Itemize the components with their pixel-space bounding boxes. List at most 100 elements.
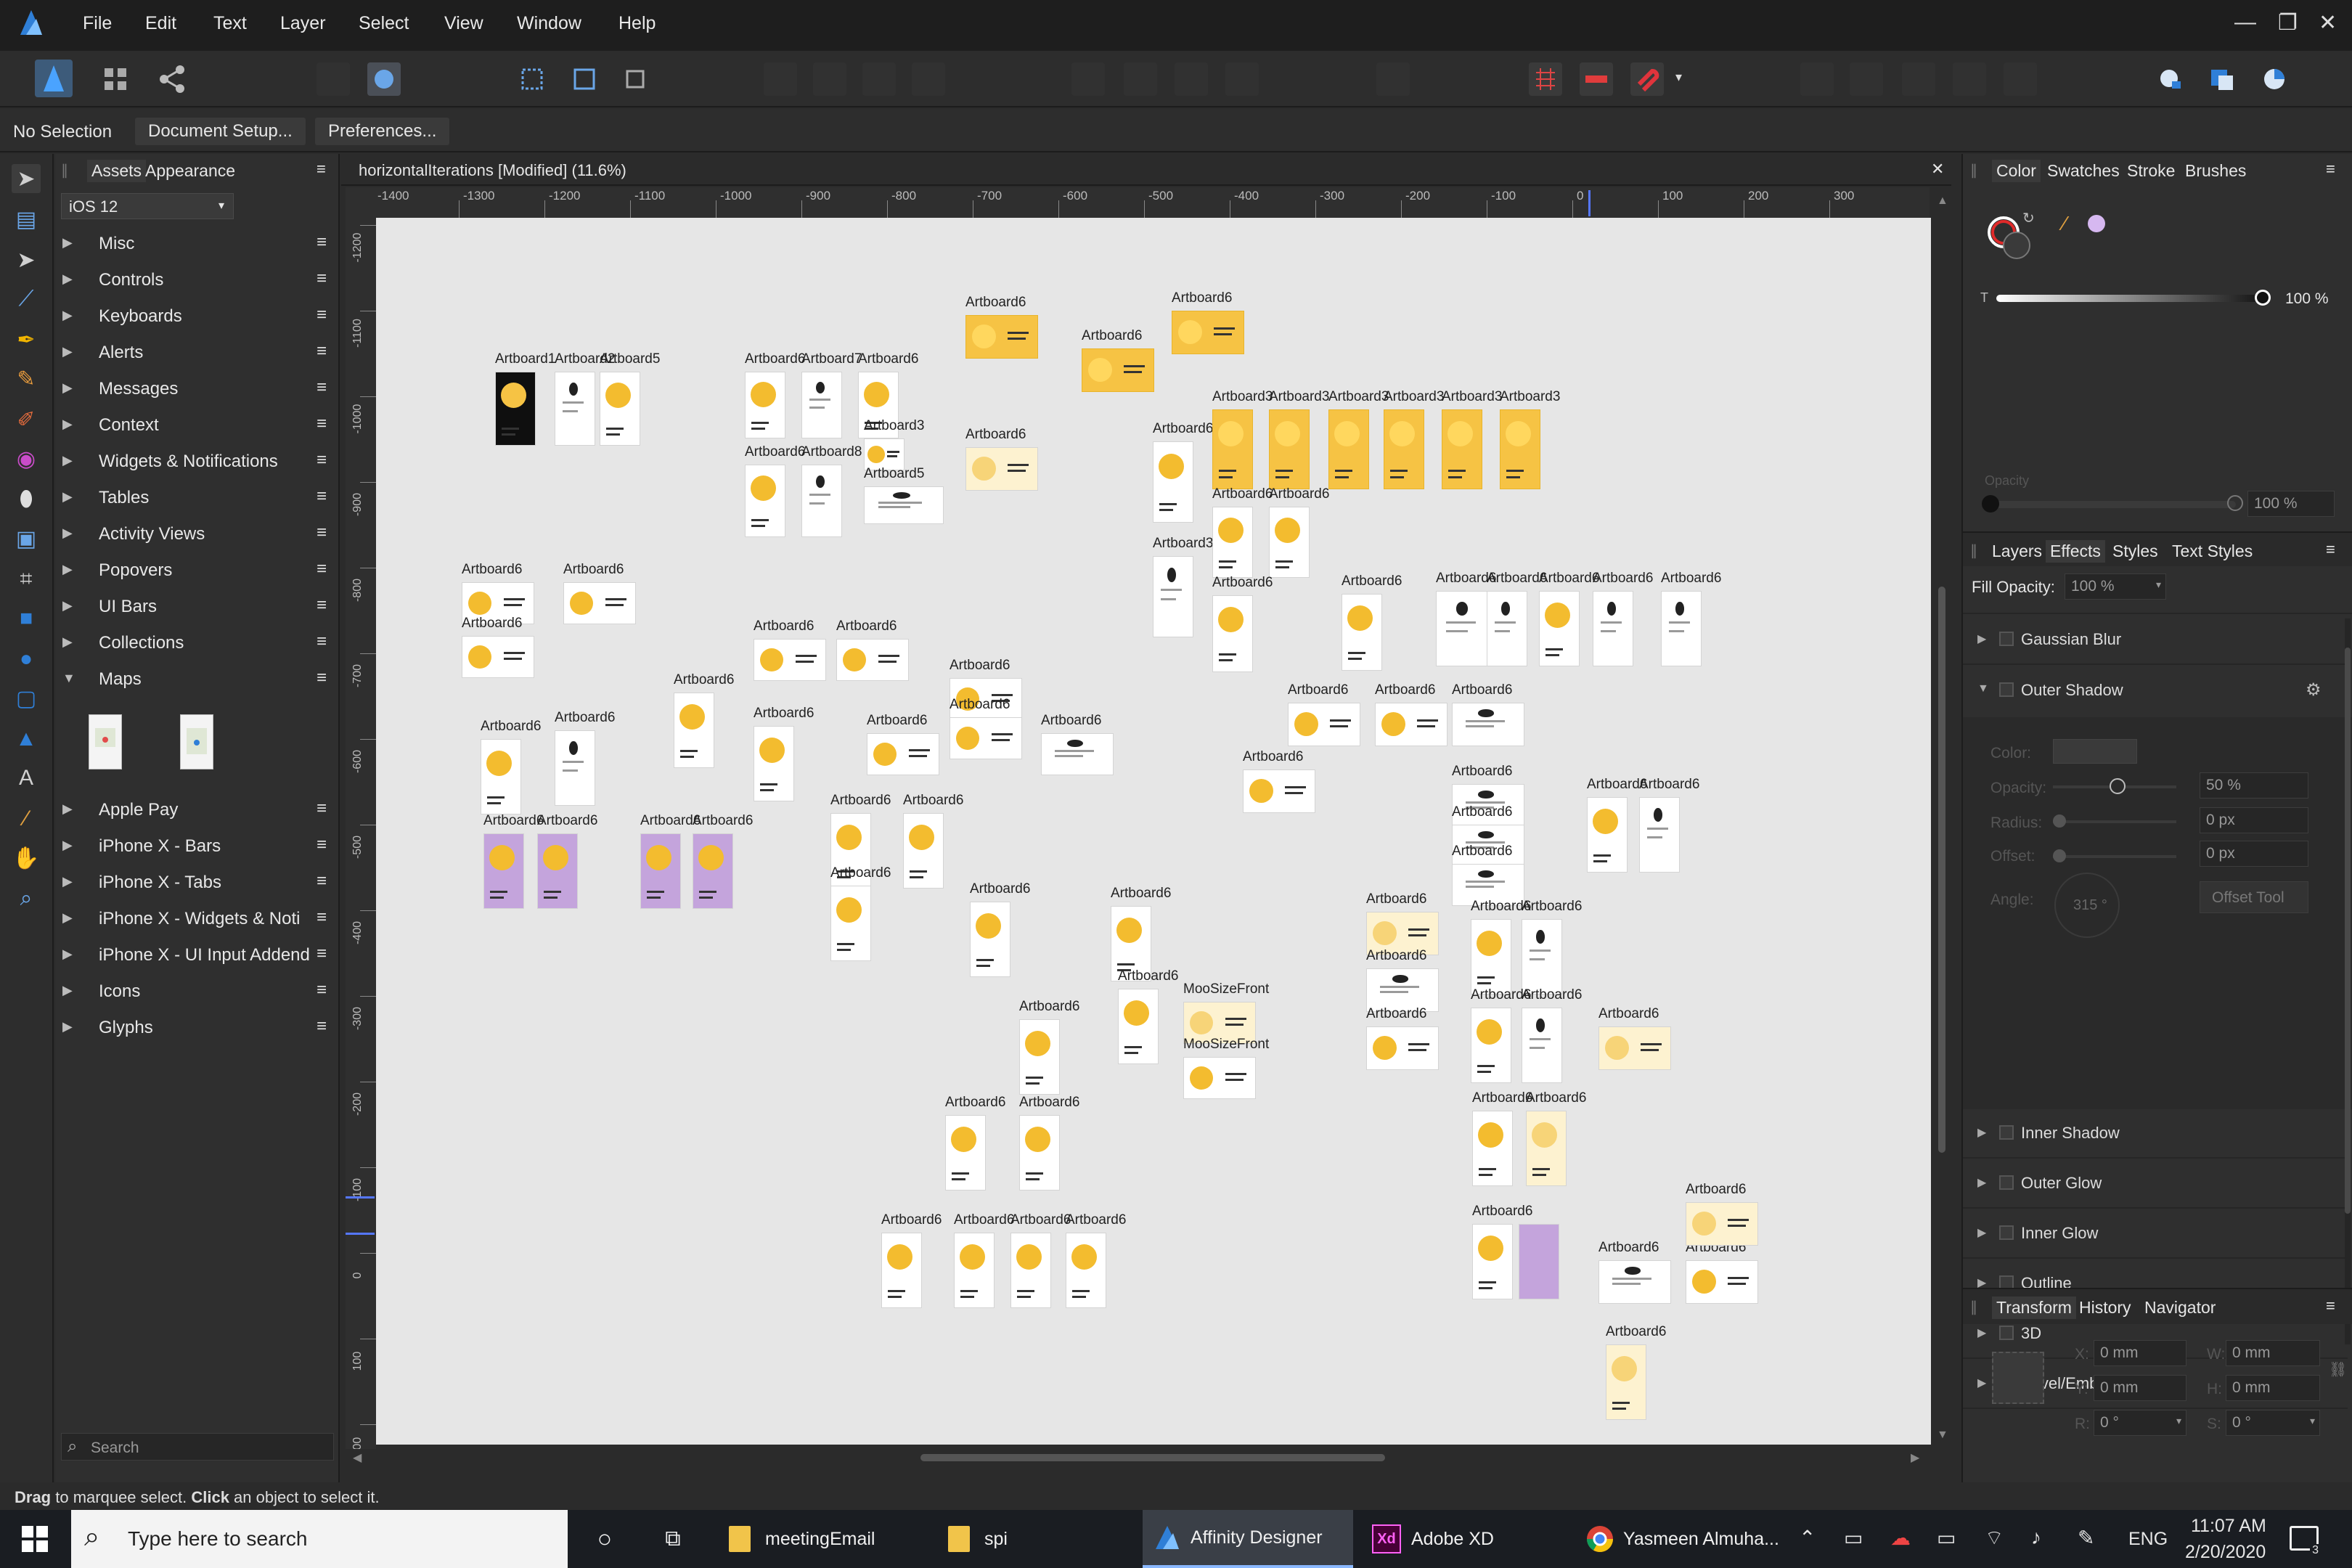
flip-vertical-icon[interactable] [1124,62,1157,96]
fill-opacity-field[interactable]: 100 % ▾ [2065,573,2166,600]
shadow-angle-dial[interactable]: 315 ° [2054,873,2120,938]
category-menu-icon[interactable]: ≡ [317,668,327,688]
artboard[interactable]: Artboard6 [1639,777,1699,873]
asset-category-7[interactable]: ▶ Tables ≡ [55,481,340,517]
tab-color[interactable]: Color [1992,160,2041,182]
taskbar-app-affinity[interactable]: Affinity Designer [1143,1510,1353,1568]
shadow-opacity-field[interactable]: 50 % [2200,772,2308,799]
panel-menu-icon[interactable]: ≡ [2326,160,2335,179]
grid-icon[interactable] [1529,62,1562,96]
tab-brushes[interactable]: Brushes [2185,161,2246,181]
artboard[interactable]: Artboard6 [462,616,534,678]
pencil-tool-icon[interactable]: ✎ [12,364,41,393]
category-menu-icon[interactable]: ≡ [317,414,327,434]
category-menu-icon[interactable]: ≡ [317,632,327,652]
artboard[interactable]: Artboard3 [1384,389,1444,489]
expand-icon[interactable]: ▶ [62,838,73,853]
affinity-logo-icon[interactable] [16,7,46,38]
asset-category-0[interactable]: ▶ Misc ≡ [55,226,340,263]
opacity-slider-2[interactable] [1982,495,2243,513]
artboard[interactable]: Artboard6 [555,710,615,806]
effect-checkbox[interactable] [1999,632,2014,646]
expand-icon[interactable]: ▶ [62,271,73,287]
artboard[interactable]: Artboard6 [965,427,1038,491]
boolean-divide-icon[interactable] [2004,62,2037,96]
artboard[interactable]: Artboard2 [555,351,615,446]
fill-tool-icon[interactable]: ⬮ [12,485,41,514]
artboard[interactable]: Artboard6 [693,813,753,909]
asset-category-18[interactable]: ▶ Icons ≡ [55,974,340,1010]
expand-icon[interactable]: ▶ [62,801,73,817]
asset-category-6[interactable]: ▶ Widgets & Notifications ≡ [55,444,340,481]
rotate-right-icon[interactable] [1225,62,1259,96]
effect-checkbox[interactable] [1999,1175,2014,1190]
artboard[interactable]: Artboard6 [674,672,734,768]
asset-category-11[interactable]: ▶ Collections ≡ [55,626,340,662]
library-select[interactable]: iOS 12 ▾ [61,193,234,219]
tab-navigator[interactable]: Navigator [2144,1298,2216,1318]
document-canvas[interactable]: Artboard1 Artboard2 Artboard5 Artboard6 Artb… [376,218,1931,1445]
artboard[interactable]: Artboard6 [1661,571,1721,666]
artboard[interactable]: Artboard6 [970,881,1030,977]
document-tab[interactable]: horizontalIterations [Modified] (11.6%) … [341,154,1951,186]
tab-appearance[interactable]: Appearance [145,161,235,181]
asset-category-17[interactable]: ▶ iPhone X - UI Input Addenda ≡ [55,938,340,974]
rotate-left-icon[interactable] [1175,62,1208,96]
expand-icon[interactable]: ▶ [62,562,73,577]
scroll-left-icon[interactable]: ◀ [353,1450,362,1465]
shadow-radius-slider[interactable] [2053,814,2176,828]
transform-y-field[interactable]: 0 mm [2094,1375,2186,1401]
tab-text-styles[interactable]: Text Styles [2172,542,2253,561]
artboard[interactable]: Artboard6 [881,1212,942,1308]
artboard[interactable]: Artboard6 [1269,486,1329,578]
artboard[interactable]: Artboard6 [1598,1240,1671,1304]
panel-menu-icon[interactable]: ≡ [317,160,326,179]
artboard[interactable]: Artboard6 [1487,571,1547,666]
tab-stroke[interactable]: Stroke [2127,161,2175,181]
asset-category-19[interactable]: ▶ Glyphs ≡ [55,1010,340,1047]
expand-icon[interactable]: ▶ [1977,1326,1986,1340]
menu-select[interactable]: Select [359,13,409,34]
artboard[interactable]: Artboard6 [1288,682,1360,746]
pen-tool-icon[interactable]: ✒ [12,325,41,354]
effect-checkbox[interactable] [1999,1125,2014,1140]
artboard[interactable]: Artboard6 [903,793,963,889]
minimize-button[interactable]: — [2234,10,2256,35]
collapse-icon[interactable]: ▼ [1977,682,1989,695]
panel-menu-icon[interactable]: ≡ [2326,540,2335,559]
effect-outer-shadow[interactable]: ▼ Outer Shadow ⚙ [1963,666,2348,716]
artboard[interactable]: Artboard6 [754,706,814,801]
artboard[interactable]: Artboard6 [1066,1212,1126,1308]
menu-layer[interactable]: Layer [280,13,326,34]
artboard[interactable]: Artboard3 [1269,389,1329,489]
menu-text[interactable]: Text [213,13,247,34]
clock-date[interactable]: 2/20/2020 [2185,1542,2266,1563]
artboard[interactable]: Artboard6 [1539,571,1599,666]
expand-icon[interactable]: ▶ [62,1019,73,1034]
asset-category-16[interactable]: ▶ iPhone X - Widgets & Noti ≡ [55,902,340,938]
expand-icon[interactable]: ▶ [62,874,73,889]
asset-category-1[interactable]: ▶ Controls ≡ [55,263,340,299]
asset-category-13[interactable]: ▶ Apple Pay ≡ [55,793,340,829]
artboard[interactable]: Artboard6 [1172,290,1244,354]
export-persona-icon[interactable] [155,62,189,96]
expand-icon[interactable]: ▶ [62,598,73,613]
artboard[interactable]: Artboard6 [1522,987,1582,1083]
category-menu-icon[interactable]: ≡ [317,450,327,470]
vertical-scroll-thumb[interactable] [1938,587,1945,1153]
notification-icon[interactable]: 3 [2290,1526,2321,1557]
text-tool-icon[interactable]: A [12,764,41,793]
artboard[interactable]: Artboard6 [481,719,541,814]
close-document-icon[interactable]: ✕ [1931,160,1944,179]
start-button[interactable] [15,1510,55,1568]
chevron-down-icon[interactable]: ▾ [1675,70,1682,85]
artboard[interactable]: Artboard6 [1587,777,1647,873]
artboard[interactable]: Artboard7 [801,351,862,438]
asset-search[interactable]: ⌕ Search [61,1433,334,1461]
artboard[interactable]: Artboard3 [1442,389,1502,489]
artboard[interactable]: Artboard6 [1593,571,1653,666]
artboard[interactable]: Artboard6 [836,618,909,681]
opacity-slider[interactable] [1996,290,2271,306]
tray-icon[interactable]: ▭ [1844,1526,1863,1550]
panel-menu-icon[interactable]: ≡ [2326,1297,2335,1315]
